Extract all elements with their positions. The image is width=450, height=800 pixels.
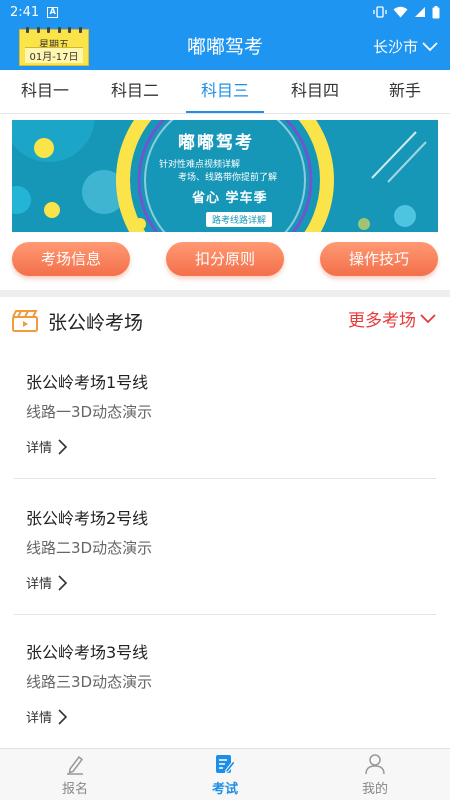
subject-tabs: 科目一 科目二 科目三 科目四 新手 xyxy=(0,70,450,114)
route-title: 张公岭考场2号线 xyxy=(26,509,149,528)
nav-register[interactable]: 报名 xyxy=(0,749,150,800)
status-icons xyxy=(373,5,440,19)
list-divider xyxy=(14,478,436,479)
city-selector[interactable]: 长沙市 xyxy=(373,24,438,70)
exam-site-section-header: 张公岭考场 更多考场 xyxy=(0,297,450,343)
city-label: 长沙市 xyxy=(372,38,418,56)
tab-subject-3[interactable]: 科目三 xyxy=(180,70,270,113)
route-detail-link[interactable]: 详情 xyxy=(26,707,68,726)
banner-text: 嘟嘟驾考 针对性难点视频详解 考场、线路带你提前了解 省心 学车季 路考线路详解 xyxy=(12,120,438,232)
exam-site-info-button[interactable]: 考场信息 xyxy=(12,242,130,276)
vibrate-icon xyxy=(373,6,387,18)
route-title: 张公岭考场1号线 xyxy=(26,373,149,392)
deduction-rules-button[interactable]: 扣分原则 xyxy=(166,242,284,276)
app-header: 星期五 01月-17日 嘟嘟驾考 长沙市 xyxy=(0,24,450,70)
tab-subject-2[interactable]: 科目二 xyxy=(90,70,180,113)
tab-beginner[interactable]: 新手 xyxy=(360,70,450,113)
chevron-down-icon xyxy=(422,42,438,52)
person-icon xyxy=(365,754,385,775)
route-detail-label: 详情 xyxy=(26,577,53,592)
battery-icon xyxy=(432,5,440,18)
exam-edit-icon xyxy=(216,755,236,774)
chevron-right-icon xyxy=(58,708,68,725)
nav-exam-label: 考试 xyxy=(211,782,238,797)
list-item[interactable]: 张公岭考场3号线 线路三3D动态演示 详情 xyxy=(0,615,450,749)
route-detail-link[interactable]: 详情 xyxy=(26,437,68,456)
route-subtitle: 线路二3D动态演示 xyxy=(26,539,153,557)
section-title: 张公岭考场 xyxy=(48,312,144,334)
route-title: 张公岭考场3号线 xyxy=(26,643,149,662)
list-item[interactable]: 张公岭考场2号线 线路二3D动态演示 详情 xyxy=(0,481,450,615)
nav-mine[interactable]: 我的 xyxy=(300,749,450,800)
tab-subject-1[interactable]: 科目一 xyxy=(0,70,90,113)
wifi-icon xyxy=(393,6,408,18)
bottom-navigation: 报名 考试 我的 xyxy=(0,748,450,800)
banner-line-2: 考场、线路带你提前了解 xyxy=(178,173,278,183)
notification-icon: A xyxy=(47,6,59,18)
route-subtitle: 线路一3D动态演示 xyxy=(26,403,153,421)
operation-tips-button[interactable]: 操作技巧 xyxy=(320,242,438,276)
chevron-right-icon xyxy=(58,438,68,455)
signal-icon xyxy=(415,7,425,17)
chevron-down-icon xyxy=(420,313,436,323)
chevron-right-icon xyxy=(58,574,68,591)
route-detail-label: 详情 xyxy=(26,441,53,456)
list-item[interactable]: 张公岭考场1号线 线路一3D动态演示 详情 xyxy=(0,345,450,479)
route-detail-label: 详情 xyxy=(26,711,53,726)
clapperboard-icon xyxy=(12,310,38,332)
nav-register-label: 报名 xyxy=(61,782,88,797)
more-exam-sites-link[interactable]: 更多考场 xyxy=(348,306,436,331)
pen-icon xyxy=(67,755,84,775)
banner-slogan: 省心 学车季 xyxy=(192,191,268,206)
quick-buttons: 考场信息 扣分原则 操作技巧 xyxy=(0,242,450,278)
banner-tag: 路考线路详解 xyxy=(206,212,273,227)
route-detail-link[interactable]: 详情 xyxy=(26,573,68,592)
banner-line-1: 针对性难点视频详解 xyxy=(159,160,241,170)
tab-subject-4[interactable]: 科目四 xyxy=(270,70,360,113)
more-exam-sites-label: 更多考场 xyxy=(348,311,416,331)
section-divider xyxy=(0,290,450,297)
nav-exam[interactable]: 考试 xyxy=(150,749,300,800)
promo-banner[interactable]: 嘟嘟驾考 针对性难点视频详解 考场、线路带你提前了解 省心 学车季 路考线路详解 xyxy=(12,120,438,232)
banner-title: 嘟嘟驾考 xyxy=(178,133,254,153)
route-subtitle: 线路三3D动态演示 xyxy=(26,673,153,691)
status-time: 2:41 xyxy=(10,4,40,20)
status-bar: 2:41 A xyxy=(0,0,450,24)
nav-mine-label: 我的 xyxy=(361,782,388,797)
